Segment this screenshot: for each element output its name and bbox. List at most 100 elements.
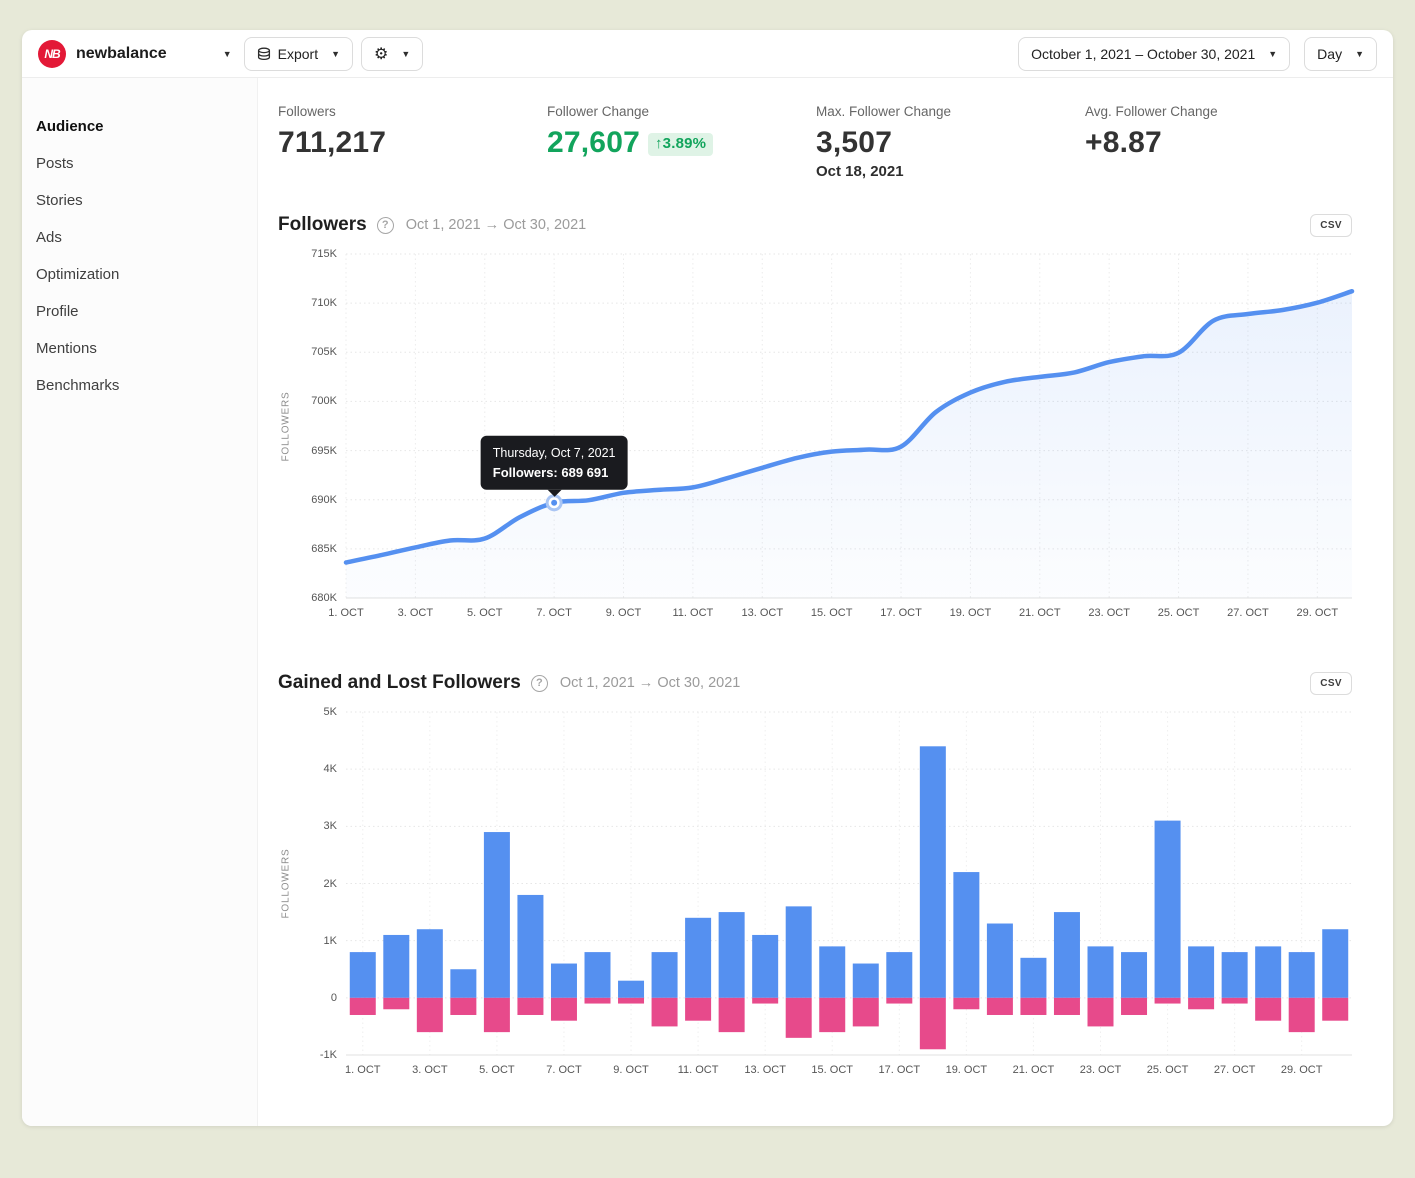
bar-gained[interactable] xyxy=(785,906,812,998)
sidebar-item-ads[interactable]: Ads xyxy=(22,219,257,256)
stat-value: 27,607 ↑3.89% xyxy=(547,126,816,159)
tick-label: 0 xyxy=(330,991,337,1004)
bar-gained[interactable] xyxy=(416,929,443,998)
sidebar-item-stories[interactable]: Stories xyxy=(22,182,257,219)
bar-lost[interactable] xyxy=(1188,997,1215,1010)
csv-export-button[interactable]: csv xyxy=(1310,671,1352,695)
bar-gained[interactable] xyxy=(1221,952,1248,998)
bar-lost[interactable] xyxy=(919,997,946,1050)
bar-lost[interactable] xyxy=(986,997,1013,1015)
help-icon[interactable]: ? xyxy=(376,216,394,234)
bar-gained[interactable] xyxy=(1087,946,1114,998)
sidebar-item-audience[interactable]: Audience xyxy=(22,108,257,145)
followers-section-header: Followers ? Oct 1, 2021 → Oct 30, 2021 c… xyxy=(278,212,1352,238)
bar-lost[interactable] xyxy=(886,997,913,1004)
bar-gained[interactable] xyxy=(618,980,645,998)
bar-lost[interactable] xyxy=(1087,997,1114,1027)
main-content: Followers 711,217 Follower Change 27,607… xyxy=(258,78,1393,1126)
bar-gained[interactable] xyxy=(1188,946,1215,998)
bar-gained[interactable] xyxy=(584,952,611,998)
tick-label: 25. OCT xyxy=(1146,1064,1189,1076)
date-range-label: October 1, 2021 – October 30, 2021 xyxy=(1031,45,1256,62)
bar-gained[interactable] xyxy=(1121,952,1148,998)
bar-gained[interactable] xyxy=(550,963,577,998)
bar-lost[interactable] xyxy=(852,997,879,1027)
bar-gained[interactable] xyxy=(718,912,745,998)
bar-gained[interactable] xyxy=(752,934,779,998)
tick-label: 695K xyxy=(311,444,337,457)
bar-lost[interactable] xyxy=(550,997,577,1021)
bar-gained[interactable] xyxy=(517,894,544,998)
bar-lost[interactable] xyxy=(383,997,410,1010)
bar-lost[interactable] xyxy=(483,997,510,1033)
sidebar-item-posts[interactable]: Posts xyxy=(22,145,257,182)
bar-lost[interactable] xyxy=(1288,997,1315,1033)
granularity-button[interactable]: Day ▼ xyxy=(1304,36,1377,71)
bar-gained[interactable] xyxy=(1020,957,1047,998)
tick-label: 3K xyxy=(323,820,337,833)
gained-lost-bar-chart[interactable] xyxy=(346,711,1352,1056)
bar-gained[interactable] xyxy=(651,952,678,998)
bar-gained[interactable] xyxy=(886,952,913,998)
sidebar-item-benchmarks[interactable]: Benchmarks xyxy=(22,367,257,404)
export-label: Export xyxy=(277,45,319,62)
tick-label: 3. OCT xyxy=(397,607,434,619)
bar-lost[interactable] xyxy=(1154,997,1181,1004)
bar-gained[interactable] xyxy=(953,872,980,998)
bar-lost[interactable] xyxy=(416,997,443,1033)
bar-lost[interactable] xyxy=(819,997,846,1033)
bar-lost[interactable] xyxy=(584,997,611,1004)
bar-gained[interactable] xyxy=(1255,946,1282,998)
sidebar-item-optimization[interactable]: Optimization xyxy=(22,256,257,293)
followers-chart: FOLLOWERS 680K 685K 690K 695K 700K 705K 710K 71… xyxy=(278,248,1355,604)
followers-line-chart[interactable]: Thursday, Oct 7, 2021 Followers: 689 691 xyxy=(343,253,1355,599)
bar-chart-y-axis: 5K 4K 3K 2K 1K 0 -1K xyxy=(294,706,346,1061)
tick-label: 7. OCT xyxy=(546,1064,582,1076)
bar-lost[interactable] xyxy=(718,997,745,1033)
bar-lost[interactable] xyxy=(517,997,544,1015)
sidebar-item-mentions[interactable]: Mentions xyxy=(22,330,257,367)
bar-lost[interactable] xyxy=(685,997,712,1021)
bar-lost[interactable] xyxy=(1221,997,1248,1004)
bar-lost[interactable] xyxy=(1322,997,1349,1021)
bar-lost[interactable] xyxy=(752,997,779,1004)
date-range-button[interactable]: October 1, 2021 – October 30, 2021 ▼ xyxy=(1018,36,1291,71)
bar-lost[interactable] xyxy=(618,997,645,1004)
bar-gained[interactable] xyxy=(1053,912,1080,998)
bar-gained[interactable] xyxy=(852,963,879,998)
bar-gained[interactable] xyxy=(349,952,376,998)
section-title: Gained and Lost Followers xyxy=(278,672,521,693)
bar-lost[interactable] xyxy=(953,997,980,1010)
bar-lost[interactable] xyxy=(1255,997,1282,1021)
bar-gained[interactable] xyxy=(685,917,712,998)
export-button[interactable]: Export ▼ xyxy=(243,36,354,71)
bar-lost[interactable] xyxy=(349,997,376,1015)
bar-gained[interactable] xyxy=(383,934,410,998)
settings-button[interactable]: ⚙ ▼ xyxy=(361,36,424,71)
bar-lost[interactable] xyxy=(1020,997,1047,1015)
account-chevron-down-icon[interactable]: ▼ xyxy=(223,49,232,59)
stat-followers: Followers 711,217 xyxy=(278,104,547,180)
tooltip-date: Thursday, Oct 7, 2021 xyxy=(492,445,616,460)
bar-lost[interactable] xyxy=(1053,997,1080,1015)
csv-export-button[interactable]: csv xyxy=(1310,213,1352,237)
bar-lost[interactable] xyxy=(1121,997,1148,1015)
bar-gained[interactable] xyxy=(1322,929,1349,998)
tick-label: 23. OCT xyxy=(1088,607,1130,619)
bar-gained[interactable] xyxy=(483,832,510,998)
percent-change-badge: ↑3.89% xyxy=(647,133,714,156)
tick-label: 1. OCT xyxy=(328,607,364,619)
bar-lost[interactable] xyxy=(450,997,477,1015)
bar-gained[interactable] xyxy=(819,946,846,998)
tick-label: 1K xyxy=(323,934,337,947)
bar-lost[interactable] xyxy=(651,997,678,1027)
bar-gained[interactable] xyxy=(986,923,1013,998)
bar-lost[interactable] xyxy=(785,997,812,1038)
bar-gained[interactable] xyxy=(919,746,946,998)
help-icon[interactable]: ? xyxy=(530,674,548,692)
bar-gained[interactable] xyxy=(450,969,477,998)
bar-gained[interactable] xyxy=(1154,820,1181,998)
tick-label: 29. OCT xyxy=(1296,607,1339,619)
sidebar-item-profile[interactable]: Profile xyxy=(22,293,257,330)
bar-gained[interactable] xyxy=(1288,952,1315,998)
